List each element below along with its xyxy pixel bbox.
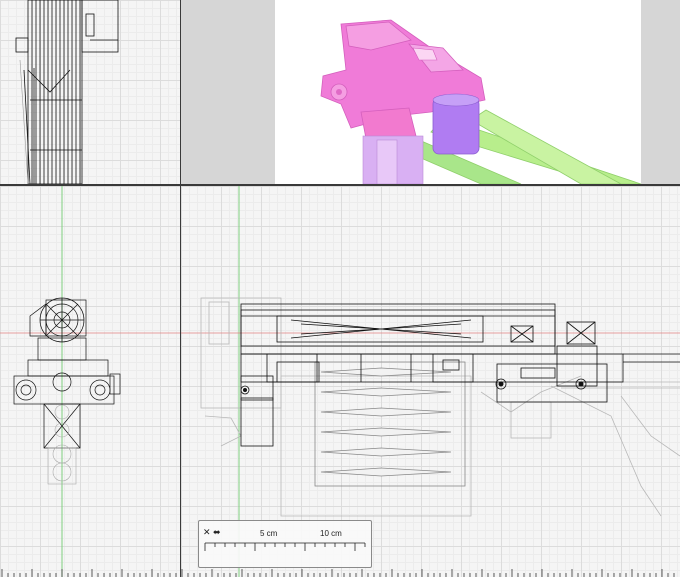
viewport-perspective[interactable]	[181, 0, 680, 184]
viewport-side[interactable]	[181, 186, 680, 577]
perspective-render	[275, 0, 642, 184]
scale-ticks	[204, 542, 366, 551]
viewport-front[interactable]	[0, 186, 180, 577]
viewport-divider-horizontal[interactable]	[0, 184, 680, 186]
wireframe-front-view	[0, 186, 180, 577]
viewport-top[interactable]	[0, 0, 180, 184]
wireframe-top-view	[15, 0, 119, 184]
wireframe-side-view	[181, 186, 680, 577]
scale-bar: ✕ ⬌ 5 cm 10 cm	[198, 520, 372, 568]
viewport-divider-vertical[interactable]	[180, 0, 181, 577]
bottom-ruler	[1, 569, 675, 577]
